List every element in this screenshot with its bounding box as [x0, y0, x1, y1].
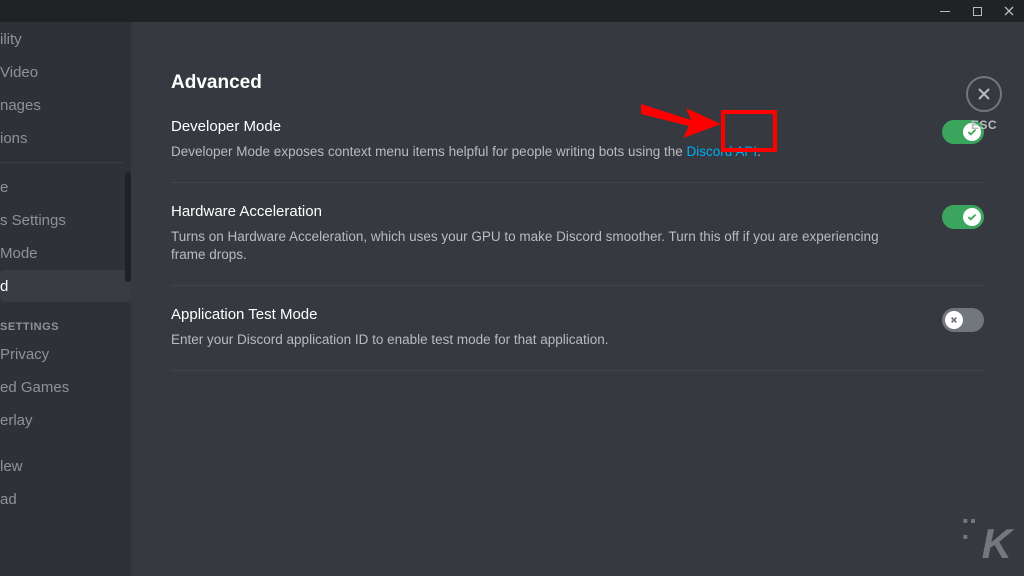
sidebar-divider	[0, 162, 123, 163]
page-title: Advanced	[171, 72, 984, 94]
settings-sidebar: ility Video nages ions e s Settings Mode…	[0, 22, 131, 576]
sidebar-item[interactable]: Mode	[0, 237, 131, 269]
window-close-button[interactable]	[1000, 2, 1018, 20]
setting-hardware-acceleration: Hardware Acceleration Turns on Hardware …	[171, 203, 984, 286]
sidebar-item[interactable]: Video	[0, 56, 131, 88]
sidebar-item[interactable]: Privacy	[0, 338, 131, 370]
sidebar-item[interactable]: ed Games	[0, 371, 131, 403]
sidebar-item[interactable]: ad	[0, 483, 131, 515]
setting-description: Turns on Hardware Acceleration, which us…	[171, 228, 910, 265]
setting-title: Developer Mode	[171, 118, 910, 135]
setting-title: Hardware Acceleration	[171, 203, 910, 220]
close-settings-button[interactable]: ESC	[966, 76, 1002, 132]
window-minimize-button[interactable]	[936, 2, 954, 20]
sidebar-section-header: SETTINGS	[0, 303, 131, 337]
sidebar-item-advanced[interactable]: d	[0, 270, 131, 302]
sidebar-item[interactable]: s Settings	[0, 204, 131, 236]
setting-developer-mode: Developer Mode Developer Mode exposes co…	[171, 118, 984, 183]
window-titlebar	[0, 0, 1024, 22]
sidebar-item[interactable]: erlay	[0, 404, 131, 436]
settings-content: Advanced Developer Mode Developer Mode e…	[131, 22, 1024, 576]
sidebar-item[interactable]: ility	[0, 23, 131, 55]
discord-api-link[interactable]: Discord API	[687, 144, 758, 159]
sidebar-item[interactable]: ions	[0, 122, 131, 154]
application-test-mode-toggle[interactable]	[942, 308, 984, 332]
close-label: ESC	[971, 118, 997, 132]
setting-description: Enter your Discord application ID to ena…	[171, 331, 910, 350]
hardware-acceleration-toggle[interactable]	[942, 205, 984, 229]
setting-title: Application Test Mode	[171, 306, 910, 323]
close-icon	[976, 86, 992, 102]
setting-application-test-mode: Application Test Mode Enter your Discord…	[171, 306, 984, 371]
watermark-logo: ▪▪▪K	[962, 514, 1010, 568]
sidebar-item[interactable]: lew	[0, 450, 131, 482]
sidebar-item[interactable]: e	[0, 171, 131, 203]
window-maximize-button[interactable]	[968, 2, 986, 20]
setting-description: Developer Mode exposes context menu item…	[171, 143, 910, 162]
sidebar-item[interactable]: nages	[0, 89, 131, 121]
